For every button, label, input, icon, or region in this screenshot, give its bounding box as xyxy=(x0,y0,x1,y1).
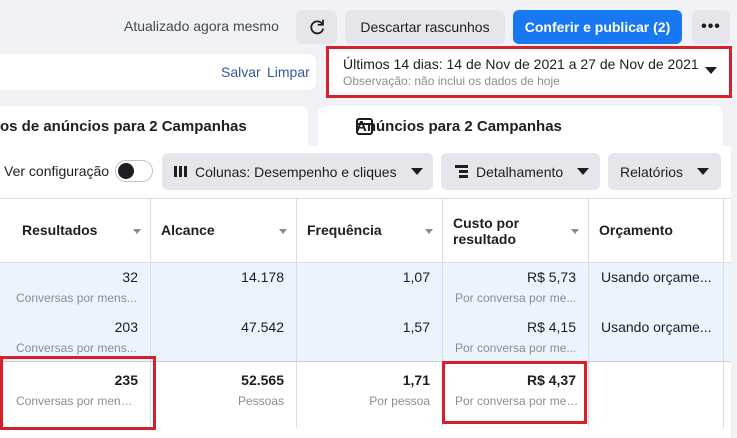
sort-icon[interactable] xyxy=(571,229,579,234)
column-header-results[interactable]: Resultados xyxy=(0,199,151,262)
more-icon: ••• xyxy=(701,18,721,35)
reach-value: 47.542 xyxy=(241,319,284,335)
columns-label: Colunas: Desempenho e cliques xyxy=(195,163,397,180)
results-highlight-box xyxy=(0,356,156,430)
reach-value: 14.178 xyxy=(241,269,284,285)
tab-ads[interactable]: Anúncios para 2 Campanhas xyxy=(318,106,723,148)
clear-filter-link[interactable]: Limpar xyxy=(267,64,310,80)
date-range-note: Observação: não inclui os dados de hoje xyxy=(343,74,560,88)
chevron-down-icon xyxy=(697,168,710,175)
total-frequency-value: 1,71 xyxy=(402,372,430,388)
total-reach-unit: Pessoas xyxy=(237,394,284,408)
cost-value: R$ 4,15 xyxy=(526,319,576,335)
results-type: Conversas por mens... xyxy=(16,291,137,305)
breakdown-icon xyxy=(455,165,468,178)
refresh-icon xyxy=(309,19,324,35)
columns-icon xyxy=(174,166,187,177)
column-header-reach[interactable]: Alcance xyxy=(151,199,297,262)
chevron-down-icon xyxy=(577,168,590,175)
table-row[interactable]: 32 Conversas por mens... 14.178 1,07 R$ 5… xyxy=(0,263,731,313)
results-value: 32 xyxy=(122,269,138,285)
reports-dropdown[interactable]: Relatórios xyxy=(608,153,721,190)
tab-ad-sets[interactable]: os de anúncios para 2 Campanhas xyxy=(0,106,308,148)
view-settings-toggle[interactable] xyxy=(115,160,153,182)
tab-ad-sets-label: os de anúncios para 2 Campanhas xyxy=(0,118,247,135)
budget-value[interactable]: Usando orçame... xyxy=(601,269,712,285)
review-and-publish-button[interactable]: Conferir e publicar (2) xyxy=(513,10,682,44)
total-reach-value: 52.565 xyxy=(241,372,284,388)
date-range-picker[interactable]: Últimos 14 dias: 14 de Nov de 2021 a 27 … xyxy=(326,46,732,98)
total-frequency-unit: Por pessoa xyxy=(369,394,430,408)
budget-value[interactable]: Usando orçame... xyxy=(601,319,712,335)
cost-type: Por conversa por me... xyxy=(455,291,577,305)
table-row[interactable]: 203 Conversas por mens... 47.542 1,57 R$ … xyxy=(0,313,731,362)
reports-label: Relatórios xyxy=(619,163,684,180)
tab-ads-label: Anúncios para 2 Campanhas xyxy=(356,118,562,135)
discard-drafts-button[interactable]: Descartar rascunhos xyxy=(345,10,505,44)
save-filter-link[interactable]: Salvar xyxy=(221,64,261,80)
column-header-cost-per-result[interactable]: Custo por resultado xyxy=(443,199,589,262)
results-value: 203 xyxy=(114,319,138,335)
column-header-frequency[interactable]: Frequência xyxy=(297,199,443,262)
chevron-down-icon xyxy=(410,168,423,175)
cost-value: R$ 5,73 xyxy=(526,269,576,285)
cost-type: Por conversa por me... xyxy=(455,341,577,355)
more-options-button[interactable]: ••• xyxy=(692,10,730,44)
table-header-row: Resultados Alcance Frequência Custo por r… xyxy=(0,198,731,263)
refresh-button[interactable] xyxy=(296,10,337,44)
top-bar: Atualizado agora mesmo Descartar rascunh… xyxy=(0,0,737,52)
view-settings-label: Ver configuração xyxy=(4,163,110,179)
sort-icon[interactable] xyxy=(133,229,141,234)
frequency-value: 1,57 xyxy=(402,319,430,335)
columns-dropdown[interactable]: Colunas: Desempenho e cliques xyxy=(162,153,433,190)
frequency-value: 1,07 xyxy=(402,269,430,285)
results-type: Conversas por mens... xyxy=(16,341,137,355)
column-header-budget[interactable]: Orçamento xyxy=(589,199,724,262)
cost-highlight-box xyxy=(442,361,587,424)
chevron-down-icon xyxy=(705,67,717,74)
sort-icon[interactable] xyxy=(279,229,287,234)
breakdown-label: Detalhamento xyxy=(476,163,564,180)
sort-icon[interactable] xyxy=(425,229,433,234)
breakdown-dropdown[interactable]: Detalhamento xyxy=(441,153,600,190)
date-range-label: Últimos 14 dias: 14 de Nov de 2021 a 27 … xyxy=(343,56,699,72)
last-updated-status: Atualizado agora mesmo xyxy=(124,18,279,34)
